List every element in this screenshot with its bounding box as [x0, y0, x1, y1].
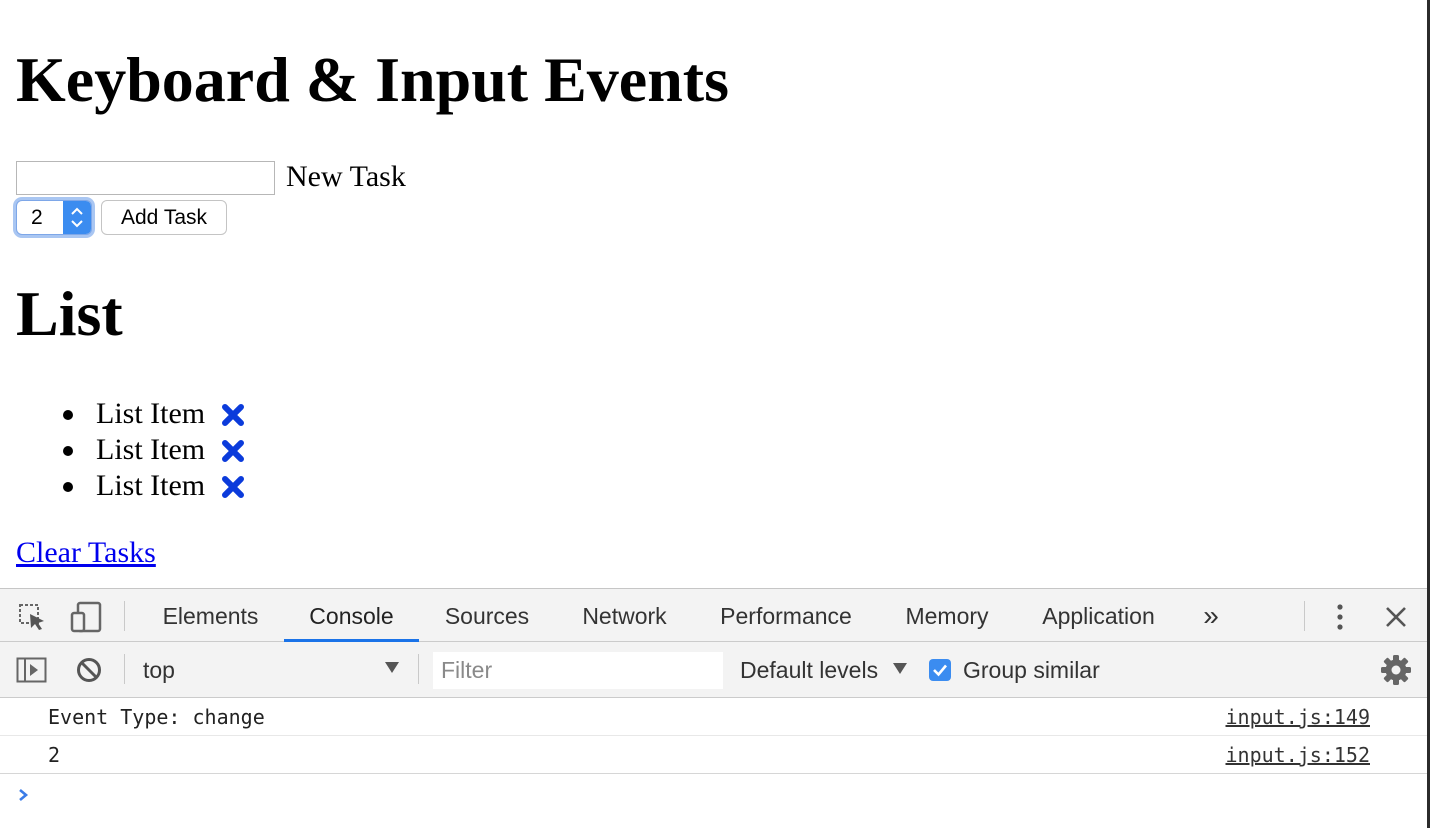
group-similar-label: Group similar — [963, 657, 1100, 683]
context-select[interactable]: top — [143, 656, 175, 684]
new-task-label: New Task — [286, 160, 406, 193]
console-message-text: Event Type: change — [48, 705, 265, 729]
updown-chevron-icon — [63, 201, 91, 234]
filter-input[interactable] — [433, 652, 723, 689]
toolbar-divider — [124, 654, 125, 684]
new-task-input[interactable] — [16, 161, 275, 195]
close-icon[interactable] — [1384, 605, 1408, 629]
list-item-label: List Item — [96, 433, 206, 466]
delete-x-icon[interactable] — [222, 440, 244, 462]
gear-icon[interactable] — [1380, 654, 1412, 686]
page-title: Keyboard & Input Events — [16, 44, 729, 115]
bullet-icon — [63, 446, 73, 456]
delete-x-icon[interactable] — [222, 404, 244, 426]
tab-performance[interactable]: Performance — [706, 589, 866, 642]
add-task-button[interactable]: Add Task — [101, 200, 227, 235]
console-message: Event Type: change input.js:149 — [0, 698, 1427, 736]
tab-elements[interactable]: Elements — [150, 589, 271, 642]
dropdown-arrow-icon[interactable] — [893, 663, 907, 674]
chevron-double-right-icon[interactable]: » — [1193, 589, 1229, 642]
priority-select[interactable]: 2 — [16, 200, 92, 235]
toolbar-divider — [1304, 601, 1305, 631]
devtools-panel: Elements Console Sources Network Perform… — [0, 588, 1427, 828]
tab-console[interactable]: Console — [284, 589, 419, 642]
bullet-icon — [63, 482, 73, 492]
priority-select-value: 2 — [31, 206, 43, 229]
console-message: 2 input.js:152 — [0, 736, 1427, 774]
console-message-text: 2 — [48, 743, 61, 767]
devtools-tab-bar: Elements Console Sources Network Perform… — [0, 588, 1427, 642]
sidebar-toggle-icon[interactable] — [16, 657, 48, 683]
list-item-label: List Item — [96, 397, 206, 430]
group-similar-checkbox[interactable] — [929, 659, 951, 681]
device-toolbar-icon[interactable] — [70, 601, 104, 633]
bullet-icon — [63, 410, 73, 420]
kebab-menu-icon[interactable] — [1334, 602, 1346, 632]
web-page: Keyboard & Input Events New Task 2 Add T… — [0, 0, 1427, 588]
prompt-chevron-icon[interactable] — [16, 785, 32, 805]
inspect-element-icon[interactable] — [18, 603, 48, 631]
tab-application[interactable]: Application — [1027, 589, 1170, 642]
toolbar-divider — [418, 654, 419, 684]
delete-x-icon[interactable] — [222, 476, 244, 498]
list-heading: List — [16, 278, 123, 349]
tab-sources[interactable]: Sources — [432, 589, 542, 642]
toolbar-divider — [124, 601, 125, 631]
source-link[interactable]: input.js:149 — [1226, 705, 1371, 729]
source-link[interactable]: input.js:152 — [1226, 743, 1371, 767]
dropdown-arrow-icon[interactable] — [385, 662, 399, 673]
clear-console-icon[interactable] — [76, 657, 102, 683]
levels-select[interactable]: Default levels — [740, 656, 878, 684]
tab-memory[interactable]: Memory — [891, 589, 1003, 642]
checkmark-icon — [933, 664, 947, 677]
list-item-label: List Item — [96, 469, 206, 502]
console-toolbar: top Default levels Group similar — [0, 642, 1427, 698]
clear-tasks-link[interactable]: Clear Tasks — [16, 534, 156, 572]
tab-network[interactable]: Network — [566, 589, 683, 642]
